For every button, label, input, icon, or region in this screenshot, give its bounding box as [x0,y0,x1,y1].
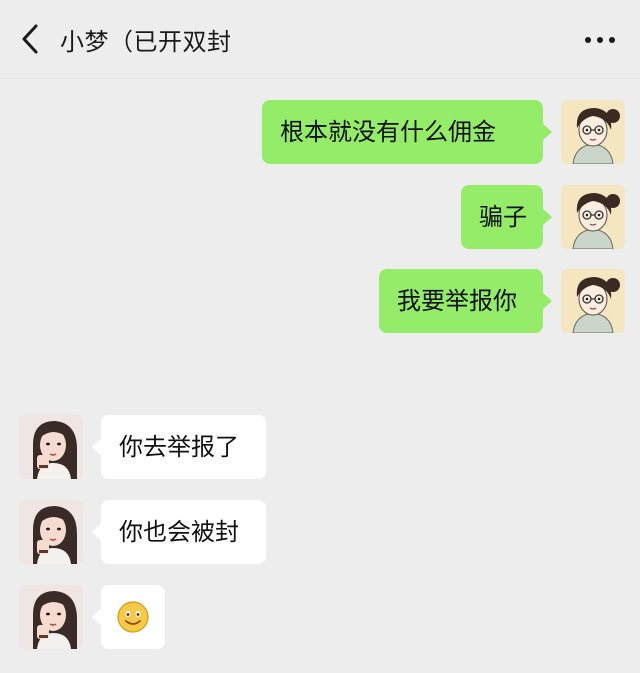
message-bubble-outgoing[interactable]: 骗子 [461,185,543,249]
bubble-tail [543,209,552,225]
message-row-incoming [0,585,640,649]
bubble-tail [543,293,552,309]
my-avatar[interactable] [561,185,625,249]
message-row-outgoing: 根本就没有什么佣金 [0,100,640,164]
message-text: 我要举报你 [397,287,517,315]
back-button[interactable] [14,18,50,60]
my-avatar[interactable] [561,100,625,164]
contact-avatar[interactable] [19,415,83,479]
my-avatar[interactable] [561,269,625,333]
chat-title: 小梦（已开双封 [60,28,232,56]
message-text: 骗子 [479,203,527,231]
bubble-tail [543,124,552,140]
message-row-incoming: 你也会被封 [0,500,640,564]
chevron-left-icon [22,24,38,54]
more-dots-icon [585,37,615,43]
bubble-tail [92,524,101,540]
bubble-tail [92,439,101,455]
message-text: 你也会被封 [119,518,239,546]
message-bubble-incoming[interactable]: 你也会被封 [101,500,266,564]
message-row-outgoing: 我要举报你 [0,269,640,333]
smile-emoji-icon [117,601,149,633]
contact-avatar[interactable] [19,585,83,649]
message-bubble-incoming[interactable]: 你去举报了 [101,415,266,479]
message-bubble-outgoing[interactable]: 根本就没有什么佣金 [262,100,543,164]
contact-avatar[interactable] [19,500,83,564]
message-row-incoming: 你去举报了 [0,415,640,479]
message-bubble-incoming[interactable] [101,585,165,649]
message-bubble-outgoing[interactable]: 我要举报你 [379,269,543,333]
message-text: 你去举报了 [119,433,239,461]
chat-header: 小梦（已开双封 [0,0,640,79]
message-row-outgoing: 骗子 [0,185,640,249]
message-text: 根本就没有什么佣金 [280,118,496,146]
more-button[interactable] [580,28,620,52]
bubble-tail [92,609,101,625]
